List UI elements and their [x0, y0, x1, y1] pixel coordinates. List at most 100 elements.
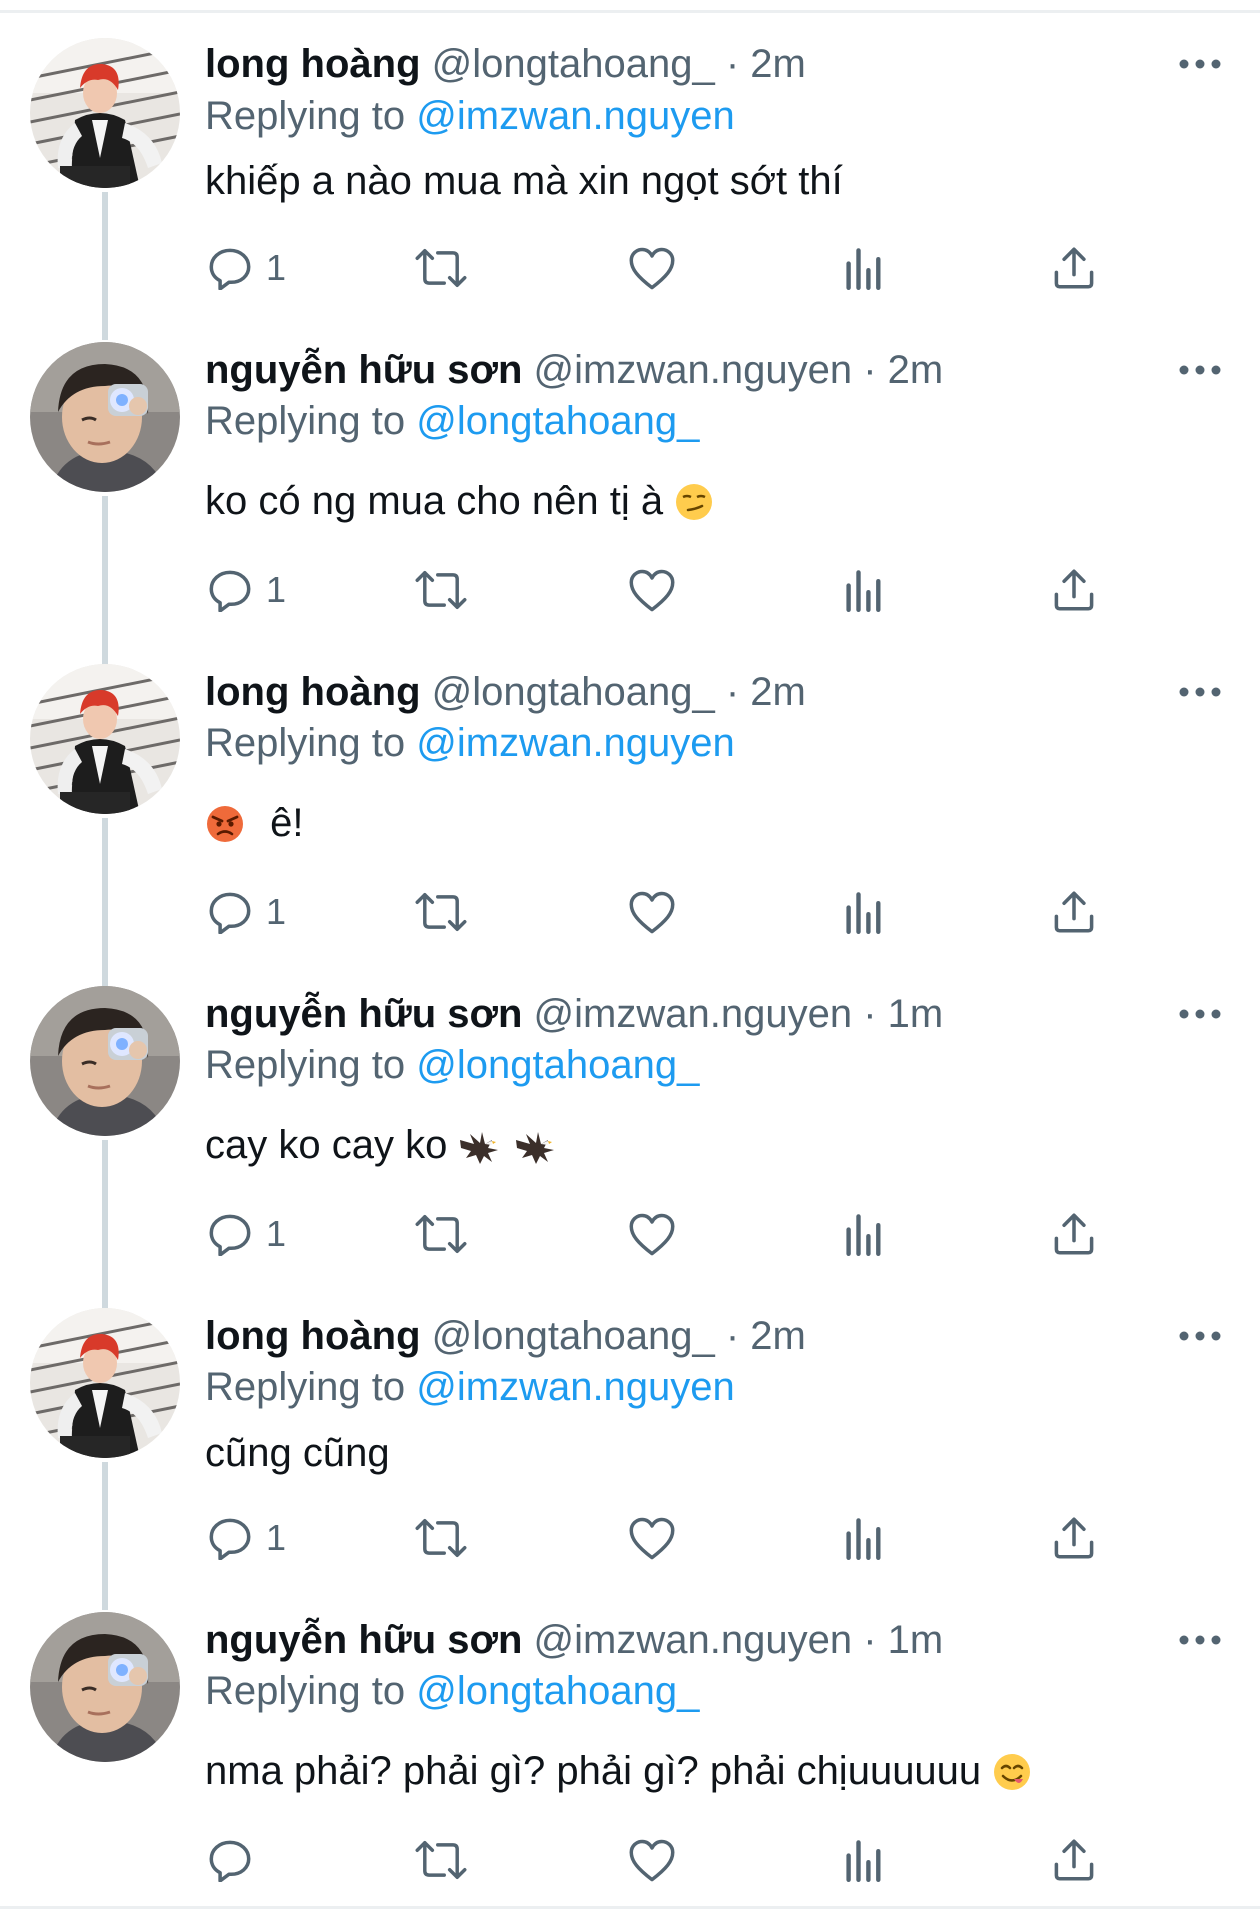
views-button[interactable]	[844, 560, 884, 620]
retweet-button[interactable]	[414, 238, 468, 298]
retweet-button[interactable]	[414, 1830, 468, 1890]
replying-to-line: Replying to @imzwan.nguyen	[205, 1363, 735, 1411]
reply-button[interactable]	[208, 1830, 266, 1890]
share-icon	[1052, 1516, 1096, 1560]
avatar-image	[30, 1308, 180, 1458]
timestamp[interactable]: 2m	[888, 348, 944, 392]
reply-icon	[208, 568, 252, 612]
reply-button[interactable]: 1	[208, 560, 286, 620]
tweet-text: ê!	[205, 798, 303, 848]
more-options-icon[interactable]	[1172, 1321, 1228, 1351]
like-button[interactable]	[628, 560, 676, 620]
retweet-icon	[414, 890, 468, 934]
reply-icon	[208, 1212, 252, 1256]
timestamp[interactable]: 2m	[750, 1314, 806, 1358]
share-button[interactable]	[1052, 560, 1096, 620]
avatar-red-hair[interactable]	[30, 38, 180, 188]
retweet-button[interactable]	[414, 1508, 468, 1568]
display-name[interactable]: long hoàng	[205, 42, 421, 86]
timestamp[interactable]: 2m	[750, 670, 806, 714]
replying-to-handle[interactable]: @imzwan.nguyen	[416, 1365, 735, 1409]
views-icon	[844, 890, 884, 934]
replying-to-handle[interactable]: @longtahoang_	[416, 1669, 699, 1713]
tweet-text: khiếp a nào mua mà xin ngọt sớt thí	[205, 156, 843, 206]
display-name[interactable]: nguyễn hữu sơn	[205, 348, 522, 392]
timestamp[interactable]: 1m	[888, 992, 944, 1036]
avatar-image	[30, 38, 180, 188]
avatar-camera-selfie[interactable]	[30, 986, 180, 1136]
handle[interactable]: @longtahoang_	[432, 1314, 715, 1358]
share-button[interactable]	[1052, 1204, 1096, 1264]
handle[interactable]: @imzwan.nguyen	[534, 992, 853, 1036]
handle[interactable]: @imzwan.nguyen	[534, 1618, 853, 1662]
views-icon	[844, 246, 884, 290]
handle[interactable]: @longtahoang_	[432, 670, 715, 714]
tweet-text: cay ko cay ko	[205, 1120, 558, 1170]
avatar-camera-selfie[interactable]	[30, 342, 180, 492]
reply-button[interactable]: 1	[208, 238, 286, 298]
retweet-icon	[414, 1838, 468, 1882]
more-options-icon[interactable]	[1172, 999, 1228, 1029]
reply-count: 1	[266, 569, 287, 610]
reply-button[interactable]: 1	[208, 1204, 286, 1264]
ellipsis-icon	[1172, 1625, 1228, 1655]
reply-count: 1	[266, 1517, 287, 1558]
views-button[interactable]	[844, 1204, 884, 1264]
reply-icon	[208, 1516, 252, 1560]
ellipsis-icon	[1172, 355, 1228, 385]
tweet-header: long hoàng @longtahoang_ · 2m	[205, 40, 806, 88]
like-button[interactable]	[628, 1204, 676, 1264]
reply-button[interactable]: 1	[208, 1508, 286, 1568]
display-name[interactable]: nguyễn hữu sơn	[205, 992, 522, 1036]
timestamp[interactable]: 2m	[750, 42, 806, 86]
views-button[interactable]	[844, 882, 884, 942]
tweet-text-content: cũng cũng	[205, 1431, 390, 1475]
share-button[interactable]	[1052, 238, 1096, 298]
display-name[interactable]: long hoàng	[205, 1314, 421, 1358]
display-name[interactable]: nguyễn hữu sơn	[205, 1618, 522, 1662]
more-options-icon[interactable]	[1172, 677, 1228, 707]
replying-to-handle[interactable]: @longtahoang_	[416, 399, 699, 443]
handle[interactable]: @imzwan.nguyen	[534, 348, 853, 392]
avatar-red-hair[interactable]	[30, 1308, 180, 1458]
retweet-button[interactable]	[414, 882, 468, 942]
views-button[interactable]	[844, 1508, 884, 1568]
display-name[interactable]: long hoàng	[205, 670, 421, 714]
like-button[interactable]	[628, 1830, 676, 1890]
views-button[interactable]	[844, 238, 884, 298]
like-button[interactable]	[628, 1508, 676, 1568]
retweet-button[interactable]	[414, 560, 468, 620]
tweet-text: ko có ng mua cho nên tị à	[205, 476, 714, 526]
views-button[interactable]	[844, 1830, 884, 1890]
more-options-icon[interactable]	[1172, 1625, 1228, 1655]
replying-to-handle[interactable]: @imzwan.nguyen	[416, 94, 735, 138]
avatar-red-hair[interactable]	[30, 664, 180, 814]
tweet-header: long hoàng @longtahoang_ · 2m	[205, 668, 806, 716]
action-bar: 1	[0, 1204, 1260, 1264]
share-icon	[1052, 246, 1096, 290]
share-button[interactable]	[1052, 882, 1096, 942]
retweet-button[interactable]	[414, 1204, 468, 1264]
more-options-icon[interactable]	[1172, 355, 1228, 385]
separator-dot: ·	[863, 992, 877, 1036]
reply-button[interactable]: 1	[208, 882, 286, 942]
heart-icon	[628, 1838, 676, 1882]
share-button[interactable]	[1052, 1508, 1096, 1568]
tweet-header: nguyễn hữu sơn @imzwan.nguyen · 1m	[205, 1616, 943, 1664]
like-button[interactable]	[628, 882, 676, 942]
heart-icon	[628, 1212, 676, 1256]
replying-to-handle[interactable]: @longtahoang_	[416, 1043, 699, 1087]
heart-icon	[628, 246, 676, 290]
eagle-emoji-icon	[458, 1126, 502, 1166]
handle[interactable]: @longtahoang_	[432, 42, 715, 86]
share-button[interactable]	[1052, 1830, 1096, 1890]
avatar-camera-selfie[interactable]	[30, 1612, 180, 1762]
more-options-icon[interactable]	[1172, 49, 1228, 79]
replying-to-handle[interactable]: @imzwan.nguyen	[416, 721, 735, 765]
reply-count: 1	[266, 247, 287, 288]
like-button[interactable]	[628, 238, 676, 298]
share-icon	[1052, 1212, 1096, 1256]
ellipsis-icon	[1172, 677, 1228, 707]
share-icon	[1052, 568, 1096, 612]
timestamp[interactable]: 1m	[888, 1618, 944, 1662]
